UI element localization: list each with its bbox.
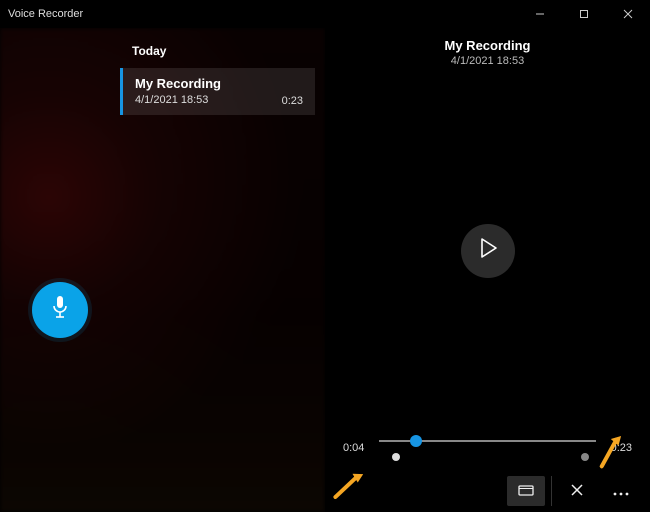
playback-pane: My Recording 4/1/2021 18:53 0:04 0:23 [325, 28, 650, 512]
seek-track[interactable] [379, 434, 596, 462]
record-column [0, 28, 120, 512]
recording-item-timestamp: 4/1/2021 18:53 [135, 93, 221, 107]
play-button[interactable] [461, 224, 515, 278]
section-header: Today [132, 44, 325, 58]
action-bar [325, 472, 650, 512]
total-time: 0:23 [606, 442, 632, 454]
play-area [325, 67, 650, 434]
detail-header: My Recording 4/1/2021 18:53 [325, 28, 650, 67]
microphone-icon [50, 295, 70, 326]
more-icon [613, 484, 629, 499]
trim-button[interactable] [507, 476, 545, 506]
minimize-button[interactable] [518, 0, 562, 28]
marker-start[interactable] [392, 453, 400, 461]
close-button[interactable] [606, 0, 650, 28]
window-controls [518, 0, 650, 28]
timeline: 0:04 0:23 [325, 434, 650, 472]
recording-item[interactable]: My Recording 4/1/2021 18:53 0:23 [120, 68, 315, 115]
recording-list: Today My Recording 4/1/2021 18:53 0:23 [120, 28, 325, 512]
app-title: Voice Recorder [0, 8, 83, 20]
more-button[interactable] [602, 476, 640, 506]
recording-item-name: My Recording [135, 76, 221, 93]
detail-title: My Recording [325, 38, 650, 53]
maximize-button[interactable] [562, 0, 606, 28]
play-icon [479, 238, 497, 263]
close-icon [571, 484, 583, 499]
delete-button[interactable] [558, 476, 596, 506]
recording-list-pane: Today My Recording 4/1/2021 18:53 0:23 [0, 28, 325, 512]
playhead[interactable] [410, 435, 422, 447]
current-time: 0:04 [343, 442, 369, 454]
trim-icon [518, 483, 534, 500]
detail-timestamp: 4/1/2021 18:53 [325, 55, 650, 67]
record-button[interactable] [32, 282, 88, 338]
recording-item-duration: 0:23 [282, 95, 303, 107]
marker-end[interactable] [581, 453, 589, 461]
titlebar: Voice Recorder [0, 0, 650, 28]
separator [551, 476, 552, 506]
